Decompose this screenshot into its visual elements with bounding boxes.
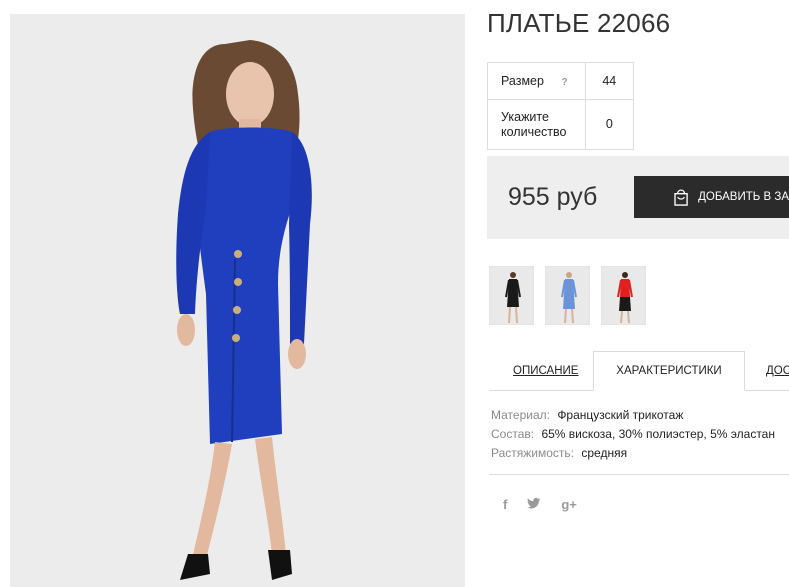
size-help-icon[interactable]: ? <box>561 77 567 88</box>
spec-key: Состав: <box>491 427 535 441</box>
tab-description[interactable]: ОПИСАНИЕ <box>513 351 578 391</box>
twitter-bird-icon <box>527 497 541 509</box>
spec-value: 65% вискоза, 30% полиэстер, 5% эластан <box>541 427 775 441</box>
product-options-table: Размер ? 44 Укажите количество 0 <box>487 62 635 150</box>
tab-characteristics[interactable]: ХАРАКТЕРИСТИКИ <box>593 351 745 391</box>
size-label-cell: Размер ? <box>487 62 586 100</box>
spec-row: Растяжимость: средняя <box>491 444 775 463</box>
add-to-cart-button[interactable]: ДОБАВИТЬ В ЗА <box>634 176 789 218</box>
googleplus-icon[interactable]: g+ <box>561 497 577 512</box>
facebook-icon[interactable]: f <box>503 497 507 512</box>
quantity-label-line2: количество <box>501 124 567 139</box>
add-to-cart-label: ДОБАВИТЬ В ЗА <box>698 191 789 203</box>
variant-thumb-red[interactable] <box>601 266 646 325</box>
dress-thumbnail-blue <box>546 267 589 324</box>
spec-key: Материал: <box>491 408 550 422</box>
color-variants <box>489 266 646 325</box>
product-price: 955 руб <box>508 183 598 211</box>
shopping-bag-icon <box>674 189 688 206</box>
dress-model-illustration <box>10 14 465 587</box>
spec-value: средняя <box>581 446 628 460</box>
tab-delivery[interactable]: ДОС <box>766 351 789 391</box>
product-tabs: ОПИСАНИЕ ХАРАКТЕРИСТИКИ ДОС <box>489 351 789 391</box>
social-share: f g+ <box>503 497 577 512</box>
dress-thumbnail-black <box>490 267 533 324</box>
characteristics-list: Материал: Французский трикотаж Состав: 6… <box>491 406 775 463</box>
buy-box: 955 руб ДОБАВИТЬ В ЗА <box>487 156 789 239</box>
quantity-label-line1: Укажите <box>501 109 549 124</box>
quantity-label: Укажите количество <box>487 99 586 150</box>
twitter-icon[interactable] <box>527 497 541 512</box>
size-label: Размер <box>501 74 544 88</box>
spec-key: Растяжимость: <box>491 446 575 460</box>
product-title: ПЛАТЬЕ 22066 <box>487 8 671 38</box>
product-main-photo[interactable] <box>10 14 465 587</box>
size-value[interactable]: 44 <box>584 62 635 100</box>
spec-row: Состав: 65% вискоза, 30% полиэстер, 5% э… <box>491 425 775 444</box>
variant-thumb-blue[interactable] <box>545 266 590 325</box>
variant-thumb-black[interactable] <box>489 266 534 325</box>
dress-thumbnail-red <box>602 267 645 324</box>
spec-row: Материал: Французский трикотаж <box>491 406 775 425</box>
spec-value: Французский трикотаж <box>557 408 684 422</box>
quantity-input[interactable]: 0 <box>584 99 635 150</box>
section-divider <box>489 474 789 475</box>
